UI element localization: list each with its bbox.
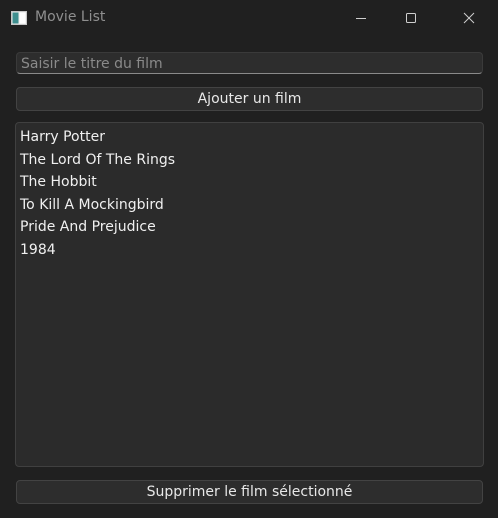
title-bar: Movie List [0,0,498,36]
movie-list[interactable]: Harry Potter The Lord Of The Rings The H… [15,122,484,467]
list-item[interactable]: Harry Potter [20,126,175,149]
list-item[interactable]: The Hobbit [20,171,175,194]
maximize-button[interactable] [388,0,434,36]
minimize-button[interactable] [338,0,384,36]
movie-title-placeholder: Saisir le titre du film [21,56,163,72]
movie-title-input[interactable]: Saisir le titre du film [16,52,483,74]
remove-movie-button[interactable]: Supprimer le film sélectionné [16,480,483,504]
list-item[interactable]: Pride And Prejudice [20,216,175,239]
app-window-icon [11,10,27,25]
minimize-icon [355,9,367,28]
window-title: Movie List [35,9,106,25]
close-button[interactable] [446,0,492,36]
list-item[interactable]: 1984 [20,239,175,262]
list-item[interactable]: To Kill A Mockingbird [20,194,175,217]
add-movie-button[interactable]: Ajouter un film [16,87,483,111]
close-icon [463,9,475,28]
maximize-icon [405,9,417,28]
movie-list-items: Harry Potter The Lord Of The Rings The H… [20,126,175,261]
app-window: Movie List Saisir le titre du film Ajout… [0,0,498,518]
list-item[interactable]: The Lord Of The Rings [20,149,175,172]
